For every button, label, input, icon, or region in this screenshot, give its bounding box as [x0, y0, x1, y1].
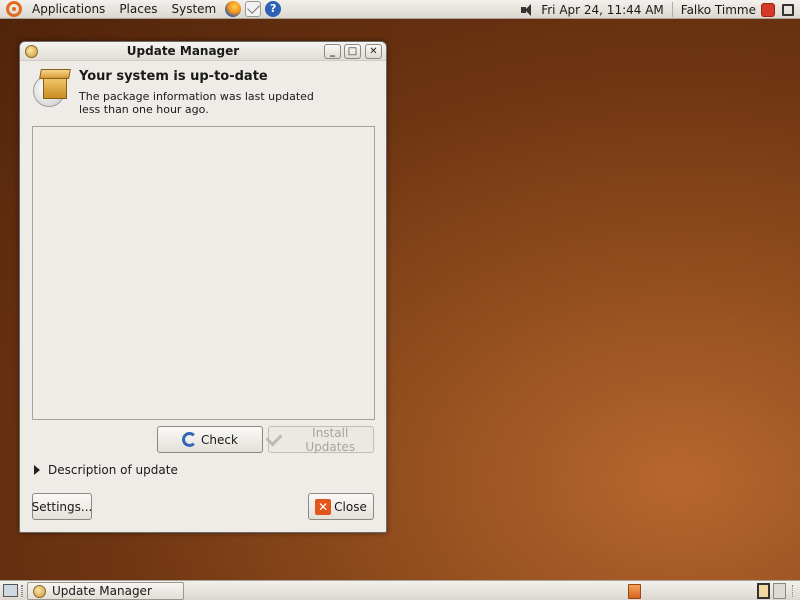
updates-list[interactable]: [32, 126, 375, 420]
taskbar-item-label: Update Manager: [52, 584, 152, 598]
status-subtext: The package information was last updated…: [79, 90, 314, 116]
status-headline: Your system is up-to-date: [79, 69, 268, 84]
update-manager-window: Update Manager _ □ ✕ Your system is up-t…: [19, 41, 387, 533]
refresh-icon: [182, 432, 198, 447]
workspace-1[interactable]: [757, 583, 770, 599]
system-tray: Fri Apr 24, 11:44 AM Falko Timme: [521, 0, 800, 19]
trash-icon[interactable]: [628, 584, 641, 599]
firefox-icon[interactable]: [225, 1, 242, 17]
show-desktop-icon[interactable]: [3, 584, 18, 597]
window-close-button[interactable]: ✕: [365, 44, 382, 59]
close-icon: ✕: [315, 498, 332, 515]
clock[interactable]: Fri Apr 24, 11:44 AM: [539, 3, 670, 17]
ubuntu-logo-icon[interactable]: [6, 1, 22, 17]
update-manager-icon: [33, 584, 46, 598]
close-button[interactable]: ✕ Close: [308, 493, 374, 520]
minimize-button[interactable]: _: [324, 44, 341, 59]
panel-handle[interactable]: [21, 585, 23, 597]
bottom-panel: Update Manager: [0, 580, 800, 600]
window-title: Update Manager: [126, 44, 240, 58]
settings-button[interactable]: Settings...: [32, 493, 92, 520]
taskbar-item-update-manager[interactable]: Update Manager: [27, 582, 184, 600]
network-icon[interactable]: [782, 3, 794, 16]
mail-icon[interactable]: [245, 1, 262, 17]
install-updates-button[interactable]: Install Updates: [265, 425, 374, 454]
expander-label: Description of update: [48, 463, 178, 477]
check-button-label: Check: [201, 432, 238, 447]
panel-handle-right[interactable]: [792, 585, 794, 597]
top-panel: Applications Places System ? Fri Apr 24,…: [0, 0, 800, 19]
tray-separator: [671, 2, 673, 17]
expander-triangle-icon: [34, 465, 40, 475]
menu-places[interactable]: Places: [112, 0, 164, 19]
menu-applications[interactable]: Applications: [25, 0, 112, 19]
power-icon[interactable]: [761, 2, 775, 17]
close-button-label: Close: [334, 499, 367, 514]
check-button[interactable]: Check: [157, 426, 263, 453]
description-expander[interactable]: Description of update: [34, 463, 178, 477]
user-switcher[interactable]: Falko Timme: [675, 3, 759, 17]
install-updates-label: Install Updates: [305, 425, 356, 454]
help-icon[interactable]: ?: [265, 1, 282, 17]
menu-system[interactable]: System: [164, 0, 223, 19]
volume-icon[interactable]: [521, 3, 535, 16]
workspace-2[interactable]: [773, 583, 786, 599]
window-titlebar[interactable]: Update Manager _ □ ✕: [20, 42, 386, 61]
checkmark-icon: [265, 428, 283, 447]
maximize-button[interactable]: □: [344, 44, 361, 59]
package-status-icon: [33, 69, 71, 107]
